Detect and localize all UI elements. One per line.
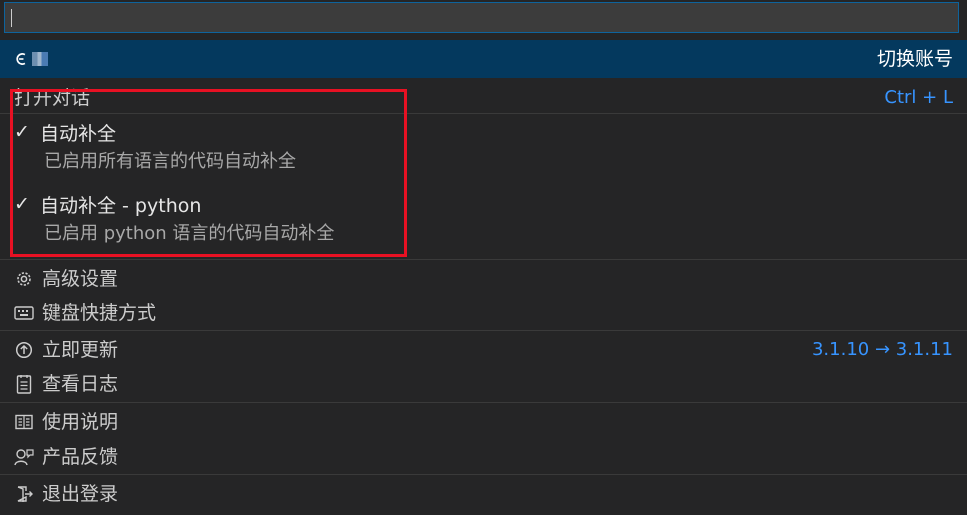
divider — [0, 259, 967, 260]
divider — [0, 113, 967, 114]
autocomplete-description: 已启用所有语言的代码自动补全 — [44, 151, 296, 172]
open-chat-item[interactable]: 打开对话 Ctrl + L — [0, 84, 967, 112]
text-caret — [11, 9, 12, 27]
command-search-input[interactable] — [4, 2, 959, 33]
switch-account-button[interactable]: 切换账号 — [877, 47, 953, 71]
keyboard-icon — [14, 303, 34, 323]
avatar — [14, 48, 48, 70]
view-logs-item[interactable]: 查看日志 — [0, 369, 967, 399]
open-chat-shortcut: Ctrl + L — [884, 87, 953, 108]
autocomplete-python-toggle[interactable]: ✓ 自动补全 - python 已启用 python 语言的代码自动补全 — [0, 189, 967, 249]
log-icon — [14, 374, 34, 394]
open-chat-label: 打开对话 — [14, 87, 91, 109]
feedback-icon — [14, 447, 34, 467]
logout-label: 退出登录 — [42, 483, 119, 505]
check-icon: ✓ — [14, 193, 30, 215]
account-logo-icon — [16, 53, 26, 65]
book-icon — [14, 412, 34, 432]
divider — [0, 402, 967, 403]
advanced-settings-item[interactable]: 高级设置 — [0, 264, 967, 294]
username-blurred — [32, 52, 48, 66]
keyboard-shortcuts-item[interactable]: 键盘快捷方式 — [0, 298, 967, 328]
logout-item[interactable]: 退出登录 — [0, 479, 967, 509]
divider — [0, 330, 967, 331]
autocomplete-python-description: 已启用 python 语言的代码自动补全 — [44, 223, 335, 244]
view-logs-label: 查看日志 — [42, 373, 119, 395]
user-guide-item[interactable]: 使用说明 — [0, 407, 967, 437]
gear-icon — [14, 269, 34, 289]
advanced-settings-label: 高级设置 — [42, 268, 119, 290]
update-version: 3.1.10 → 3.1.11 — [811, 339, 953, 360]
check-icon: ✓ — [14, 121, 30, 143]
update-now-item[interactable]: 立即更新 3.1.10 → 3.1.11 — [0, 335, 967, 365]
account-row[interactable]: 切换账号 — [0, 40, 967, 78]
divider — [0, 474, 967, 475]
arrow-up-circle-icon — [14, 340, 34, 360]
autocomplete-python-title: 自动补全 - python — [40, 194, 202, 217]
feedback-item[interactable]: 产品反馈 — [0, 442, 967, 472]
user-guide-label: 使用说明 — [42, 411, 119, 433]
autocomplete-toggle[interactable]: ✓ 自动补全 已启用所有语言的代码自动补全 — [0, 117, 967, 177]
feedback-label: 产品反馈 — [42, 446, 119, 468]
keyboard-shortcuts-label: 键盘快捷方式 — [42, 302, 157, 324]
update-now-label: 立即更新 — [42, 339, 119, 361]
autocomplete-title: 自动补全 — [40, 122, 117, 145]
sign-out-icon — [14, 484, 34, 504]
